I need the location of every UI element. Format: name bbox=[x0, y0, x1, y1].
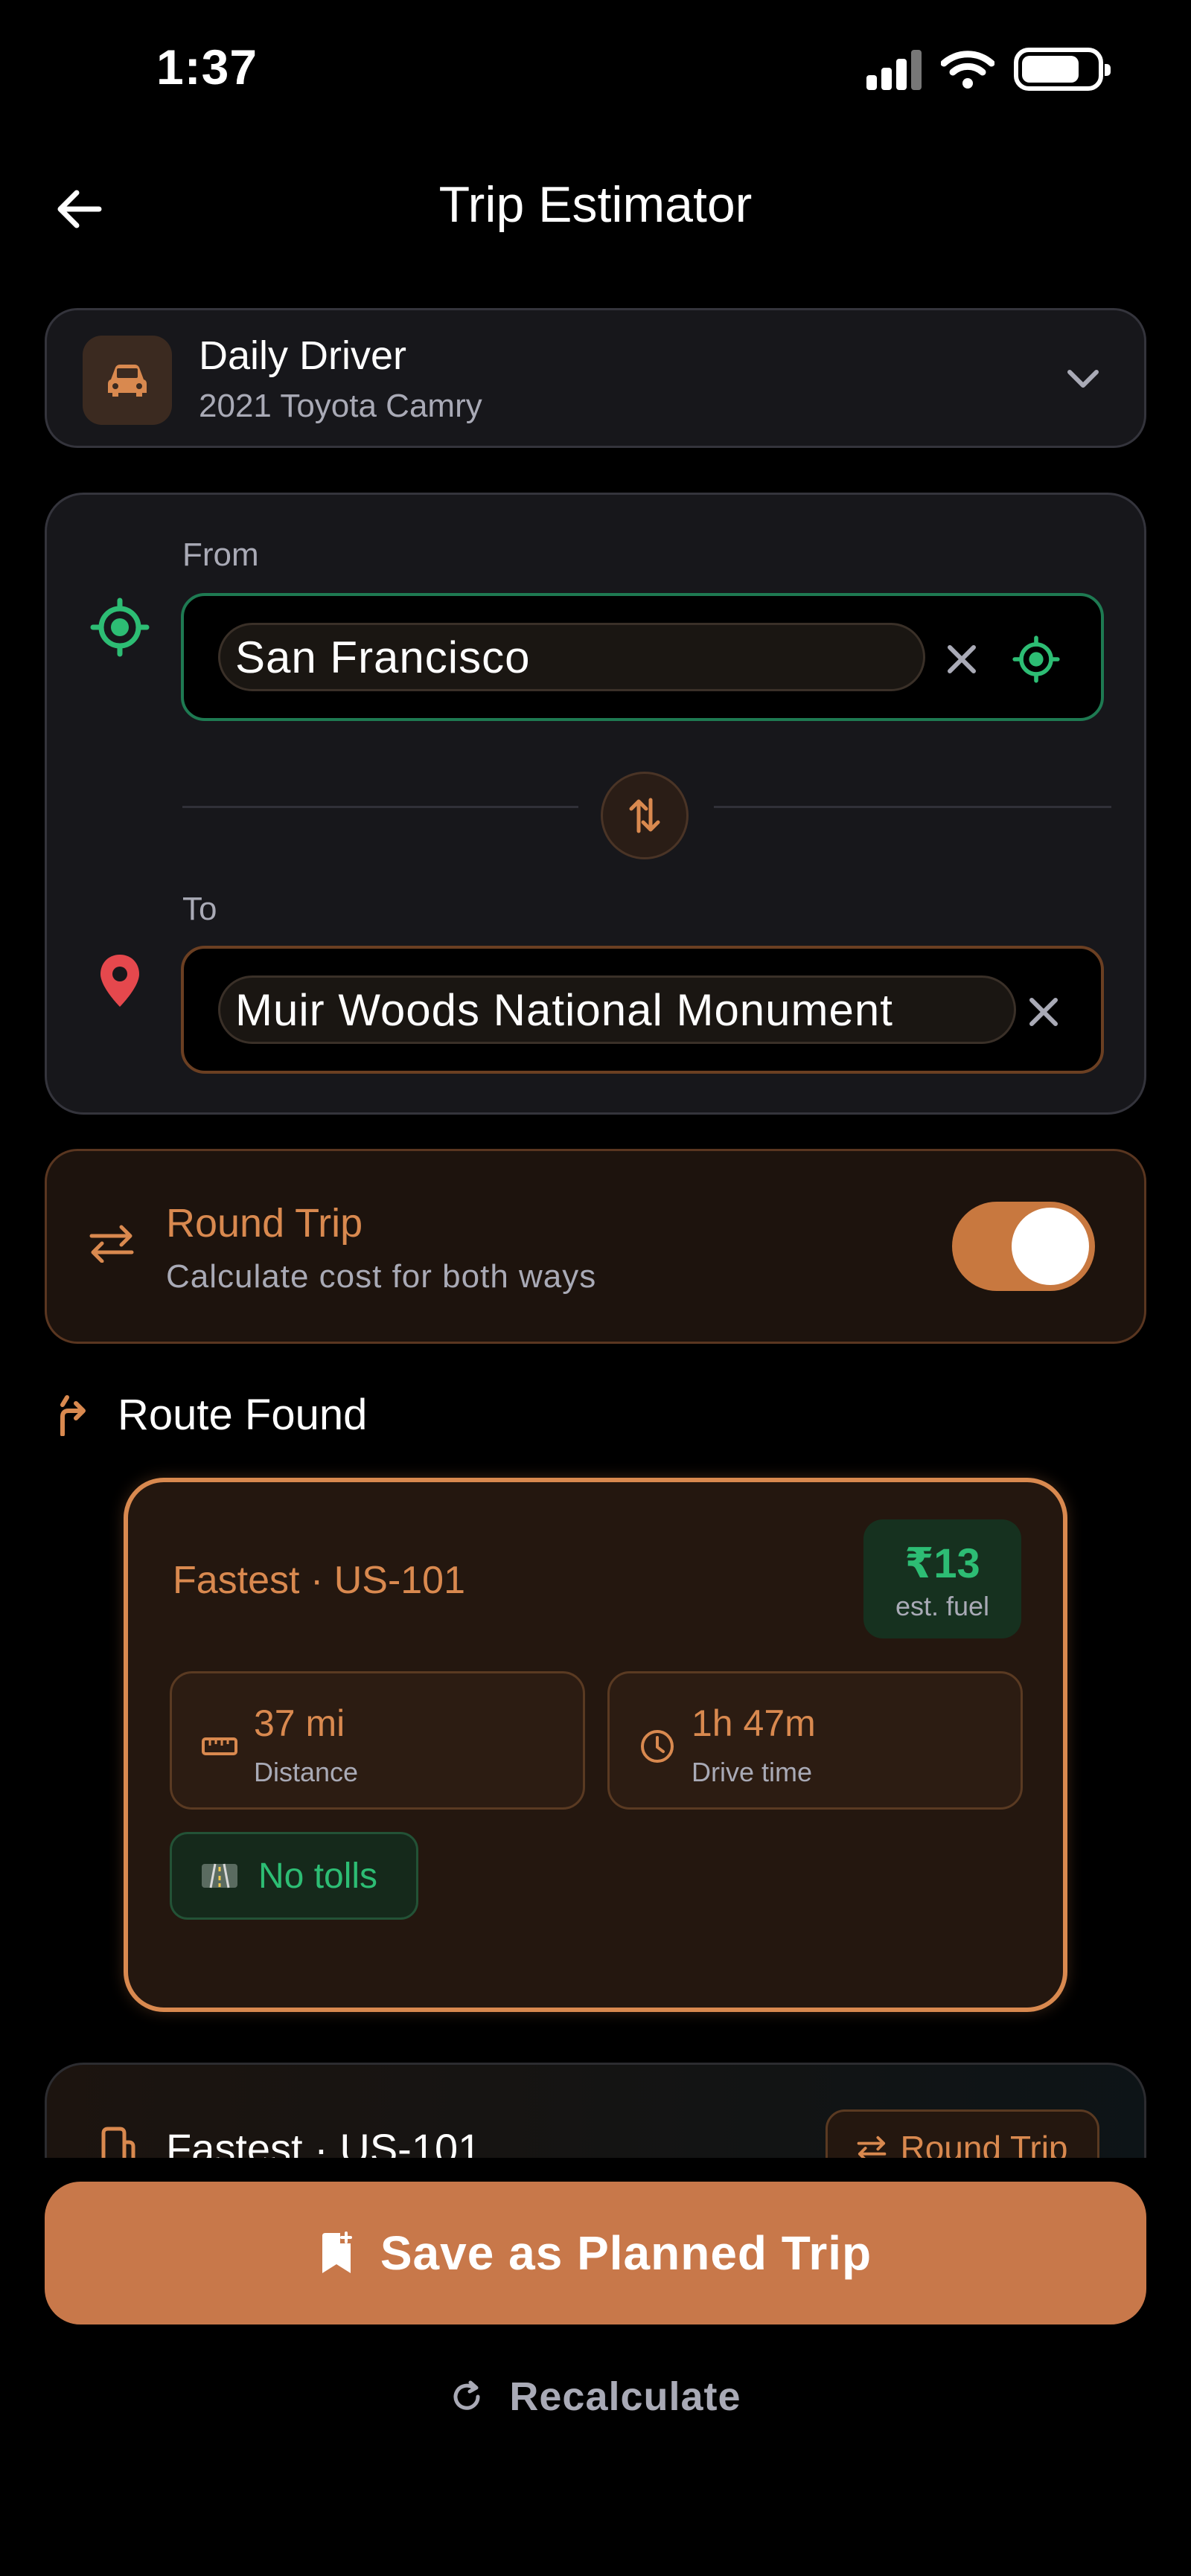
vehicle-selector[interactable]: Daily Driver 2021 Toyota Camry bbox=[45, 308, 1146, 448]
vehicle-model: 2021 Toyota Camry bbox=[199, 388, 482, 424]
bookmark-add-icon bbox=[322, 2231, 352, 2273]
round-trip-toggle[interactable] bbox=[952, 1202, 1095, 1291]
status-icons bbox=[866, 48, 1111, 91]
save-button-label: Save as Planned Trip bbox=[380, 2226, 872, 2280]
swap-horizontal-icon bbox=[89, 1225, 134, 1263]
recalculate-button[interactable]: Recalculate bbox=[0, 2374, 1191, 2420]
distance-stat: 37 mi Distance bbox=[170, 1671, 585, 1810]
status-time: 1:37 bbox=[156, 39, 258, 94]
gps-target-icon bbox=[1012, 635, 1060, 683]
round-trip-card[interactable]: Round Trip Calculate cost for both ways bbox=[45, 1149, 1146, 1344]
swap-locations-button[interactable] bbox=[601, 772, 689, 859]
road-icon bbox=[202, 1863, 237, 1888]
my-location-icon bbox=[90, 597, 150, 657]
refresh-icon bbox=[453, 2380, 480, 2410]
from-label: From bbox=[182, 536, 259, 573]
clear-to-button[interactable] bbox=[1018, 986, 1070, 1038]
use-current-location-button[interactable] bbox=[1010, 633, 1062, 685]
no-tolls-badge: No tolls bbox=[170, 1832, 418, 1920]
route-option-name: Fastest · US-101 bbox=[173, 1559, 466, 1602]
drive-time-label: Drive time bbox=[692, 1757, 813, 1787]
fuel-estimate-label: est. fuel bbox=[895, 1591, 990, 1621]
fuel-estimate-badge: ₹13 est. fuel bbox=[863, 1519, 1021, 1638]
to-input[interactable]: Muir Woods National Monument bbox=[218, 975, 1016, 1044]
to-label: To bbox=[182, 891, 217, 927]
toggle-knob bbox=[1012, 1208, 1089, 1285]
divider bbox=[714, 806, 1111, 808]
recalculate-label: Recalculate bbox=[509, 2374, 741, 2419]
swap-horizontal-icon bbox=[858, 2136, 887, 2161]
chevron-down-icon bbox=[1059, 355, 1107, 403]
vehicle-name: Daily Driver bbox=[199, 333, 407, 378]
round-trip-title: Round Trip bbox=[166, 1201, 363, 1246]
drive-time-stat: 1h 47m Drive time bbox=[607, 1671, 1023, 1810]
close-icon bbox=[1029, 998, 1058, 1026]
cellular-signal-icon bbox=[866, 48, 922, 90]
fuel-estimate-value: ₹13 bbox=[904, 1539, 980, 1586]
round-trip-subtitle: Calculate cost for both ways bbox=[166, 1258, 597, 1295]
route-turn-icon bbox=[60, 1395, 86, 1436]
from-input[interactable]: San Francisco bbox=[218, 623, 925, 691]
divider bbox=[182, 806, 578, 808]
battery-icon bbox=[1014, 48, 1111, 91]
drive-time-value: 1h 47m bbox=[692, 1702, 816, 1744]
clear-from-button[interactable] bbox=[936, 633, 988, 685]
location-pin-icon bbox=[100, 955, 139, 1007]
to-field[interactable]: Muir Woods National Monument bbox=[181, 946, 1104, 1074]
wifi-icon bbox=[941, 51, 994, 89]
route-input-card: From San Francisco To Muir Woods Nationa… bbox=[45, 493, 1146, 1115]
from-field[interactable]: San Francisco bbox=[181, 593, 1104, 721]
page-title: Trip Estimator bbox=[438, 176, 753, 233]
save-planned-trip-button[interactable]: Save as Planned Trip bbox=[45, 2182, 1146, 2325]
no-tolls-label: No tolls bbox=[258, 1856, 378, 1896]
close-icon bbox=[948, 645, 976, 673]
route-option-card[interactable]: Fastest · US-101 ₹13 est. fuel 37 mi Dis… bbox=[124, 1478, 1067, 2012]
clock-icon bbox=[636, 1726, 678, 1767]
distance-label: Distance bbox=[254, 1757, 359, 1787]
distance-value: 37 mi bbox=[254, 1702, 345, 1744]
car-icon bbox=[83, 336, 172, 425]
swap-vertical-icon bbox=[629, 798, 660, 833]
route-found-title: Route Found bbox=[118, 1391, 368, 1439]
ruler-icon bbox=[199, 1726, 240, 1767]
